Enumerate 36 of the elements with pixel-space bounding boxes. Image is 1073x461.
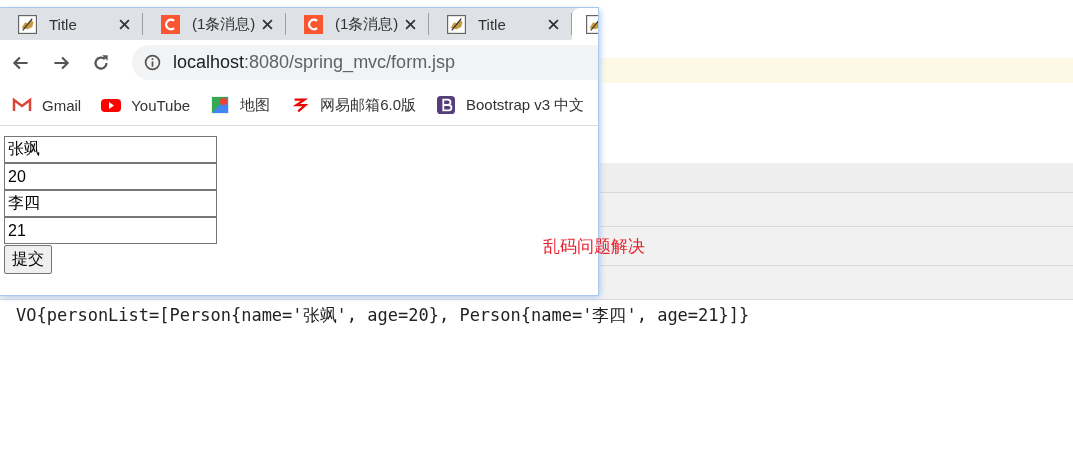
bookmark[interactable]: Bootstrap v3 中文 — [436, 95, 585, 115]
cat-icon — [447, 14, 466, 34]
browser-tab[interactable]: Title — [0, 13, 143, 35]
map-icon — [210, 96, 231, 114]
envelope-icon — [12, 96, 32, 114]
cat-icon — [18, 14, 37, 34]
input-field[interactable]: 20 — [4, 163, 217, 190]
info-icon[interactable] — [144, 54, 161, 71]
close-icon[interactable] — [405, 18, 416, 30]
url-path: :8080/spring_mvc/form.jsp — [244, 52, 456, 73]
b-logo-icon — [436, 96, 456, 114]
letter-c-icon — [161, 14, 180, 34]
close-icon[interactable] — [262, 18, 273, 30]
input-field[interactable]: 李四 — [4, 190, 217, 217]
notice-text: 乱码问题解决 — [543, 235, 645, 258]
input-field[interactable]: 张飒 — [4, 136, 217, 163]
tab-title: (1条消息) — [335, 14, 400, 34]
bookmark[interactable]: YouTube — [101, 96, 191, 114]
output-text: VO{personList=[Person{name='张飒', age=20}, Person{name='李四', age=21}]} — [15, 304, 751, 327]
browser-tab[interactable]: (1条消息) — [286, 13, 429, 35]
tab-title: (1条消息) — [192, 14, 257, 34]
close-icon[interactable] — [548, 18, 559, 30]
letter-c-icon — [304, 14, 323, 34]
input-field[interactable]: 21 — [4, 217, 217, 244]
bookmark[interactable]: 地图 — [210, 95, 271, 115]
url-host: localhost — [173, 52, 245, 72]
tab-title: Title — [49, 15, 78, 33]
browser-tab[interactable]: Title — [429, 13, 572, 35]
bookmark[interactable]: 网易邮箱6.0版 — [290, 95, 416, 115]
submit-button[interactable]: 提交 — [4, 245, 52, 274]
tab-title: Title — [478, 15, 507, 33]
browser-tab[interactable]: (1条消息) — [143, 13, 286, 35]
play-icon — [101, 96, 122, 114]
address-bar[interactable]: localhost:8080/spring_mvc/form.jsp — [132, 45, 598, 80]
close-icon[interactable] — [119, 18, 130, 30]
bookmark[interactable]: Gmail — [12, 96, 82, 114]
